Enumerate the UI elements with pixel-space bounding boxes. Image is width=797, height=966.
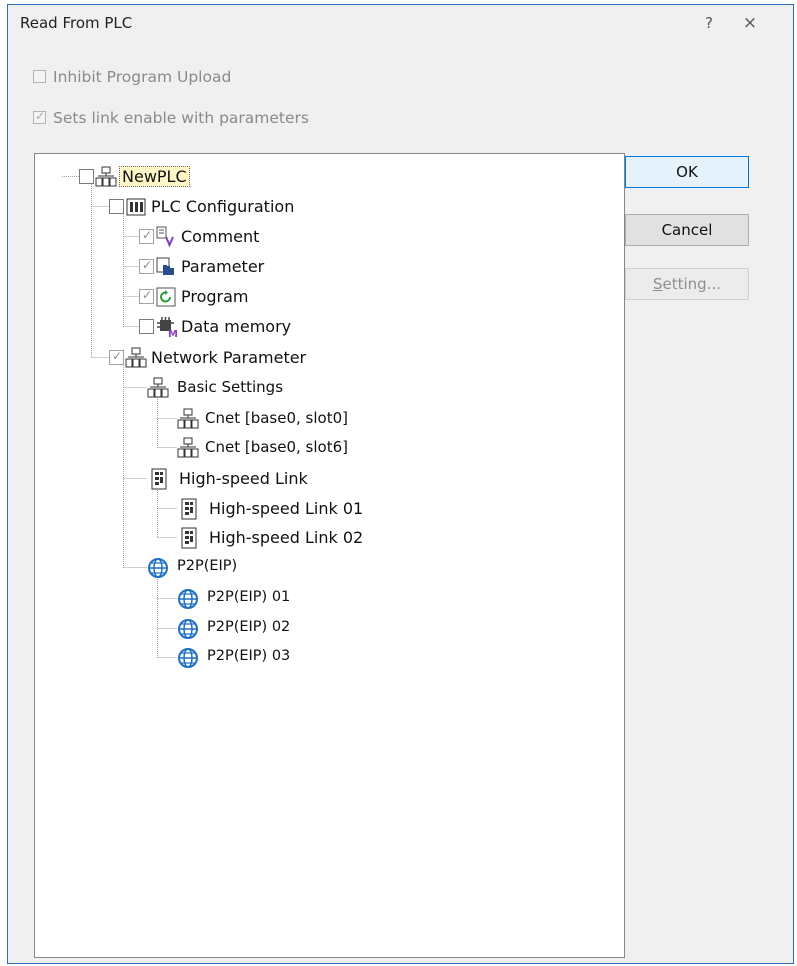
setting-label-rest: etting... xyxy=(662,275,722,293)
network-tree-icon xyxy=(177,408,199,429)
data-memory-label: Data memory xyxy=(181,317,292,336)
inhibit-upload-label: Inhibit Program Upload xyxy=(53,68,232,86)
globe-icon xyxy=(178,589,198,609)
title-bar: Read From PLC ? × xyxy=(8,5,793,41)
p2p-label: P2P(EIP) xyxy=(177,558,238,574)
comment-label: Comment xyxy=(181,227,260,246)
plc-module-icon xyxy=(126,198,146,216)
network-tree-icon xyxy=(177,437,199,458)
svg-text:M: M xyxy=(168,329,177,338)
globe-icon xyxy=(148,558,168,578)
network-tree-icon xyxy=(125,347,147,368)
link-module-icon xyxy=(181,527,197,549)
globe-icon xyxy=(178,648,198,668)
parameter-label: Parameter xyxy=(181,257,265,276)
newplc-checkbox[interactable] xyxy=(79,169,94,184)
network-parameter-label: Network Parameter xyxy=(151,348,307,367)
check-icon: ✓ xyxy=(35,109,46,123)
plc-configuration-checkbox[interactable] xyxy=(109,199,124,214)
tree-connector-lines xyxy=(62,176,177,658)
high-speed-link-02-label: High-speed Link 02 xyxy=(209,528,364,547)
newplc-label: NewPLC xyxy=(119,166,190,187)
link-enable-checkbox[interactable]: ✓ xyxy=(33,109,46,124)
network-parameter-checkbox[interactable]: ✓ xyxy=(109,349,124,365)
comment-icon xyxy=(156,226,174,248)
dialog-title: Read From PLC xyxy=(20,14,133,32)
memory-chip-icon: M xyxy=(157,317,177,338)
program-checkbox[interactable]: ✓ xyxy=(139,288,154,304)
read-from-plc-dialog: Read From PLC ? × Inhibit Program Upload… xyxy=(7,4,794,964)
p2p-03-label: P2P(EIP) 03 xyxy=(207,648,291,664)
parameter-icon xyxy=(156,257,174,275)
comment-checkbox[interactable]: ✓ xyxy=(139,228,154,244)
network-tree-icon xyxy=(95,166,117,187)
ok-button[interactable]: OK xyxy=(625,156,749,188)
high-speed-link-label: High-speed Link xyxy=(179,469,308,488)
program-icon xyxy=(156,287,176,307)
cancel-button[interactable]: Cancel xyxy=(625,214,749,246)
parameter-checkbox[interactable]: ✓ xyxy=(139,258,154,274)
link-module-icon xyxy=(181,498,197,520)
link-module-icon xyxy=(151,468,167,490)
cnet-slot0-label: Cnet [base0, slot0] xyxy=(205,409,348,427)
p2p-01-label: P2P(EIP) 01 xyxy=(207,589,291,605)
plc-configuration-label: PLC Configuration xyxy=(151,197,295,216)
plc-tree: NewPLC PLC Configuration ✓ Comment ✓ Par… xyxy=(34,153,625,958)
basic-settings-label: Basic Settings xyxy=(177,378,284,396)
cnet-slot6-label: Cnet [base0, slot6] xyxy=(205,438,348,456)
high-speed-link-01-label: High-speed Link 01 xyxy=(209,499,364,518)
data-memory-checkbox[interactable] xyxy=(139,319,154,334)
inhibit-upload-checkbox[interactable] xyxy=(33,70,46,83)
close-button[interactable]: × xyxy=(736,11,764,35)
link-enable-label: Sets link enable with parameters xyxy=(53,109,309,127)
p2p-02-label: P2P(EIP) 02 xyxy=(207,619,291,635)
help-button[interactable]: ? xyxy=(695,11,723,35)
program-label: Program xyxy=(181,287,249,306)
setting-button[interactable]: Setting... xyxy=(625,268,749,300)
setting-mnemonic: S xyxy=(652,275,663,293)
network-tree-icon xyxy=(147,377,169,398)
globe-icon xyxy=(178,619,198,639)
